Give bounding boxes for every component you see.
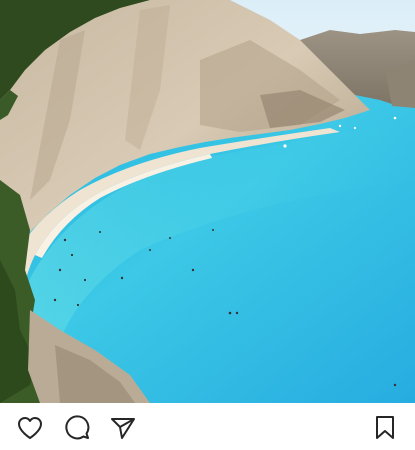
heart-icon	[18, 417, 42, 439]
post-card	[0, 0, 415, 450]
paper-plane-icon	[111, 418, 135, 439]
share-button[interactable]	[109, 414, 137, 442]
bookmark-icon	[376, 416, 394, 439]
save-button[interactable]	[371, 414, 399, 442]
beach-landscape-image	[0, 0, 415, 403]
post-action-bar	[0, 403, 415, 450]
comment-button[interactable]	[63, 414, 91, 442]
post-photo[interactable]	[0, 0, 415, 403]
speech-bubble-icon	[65, 415, 90, 440]
like-button[interactable]	[16, 414, 44, 442]
